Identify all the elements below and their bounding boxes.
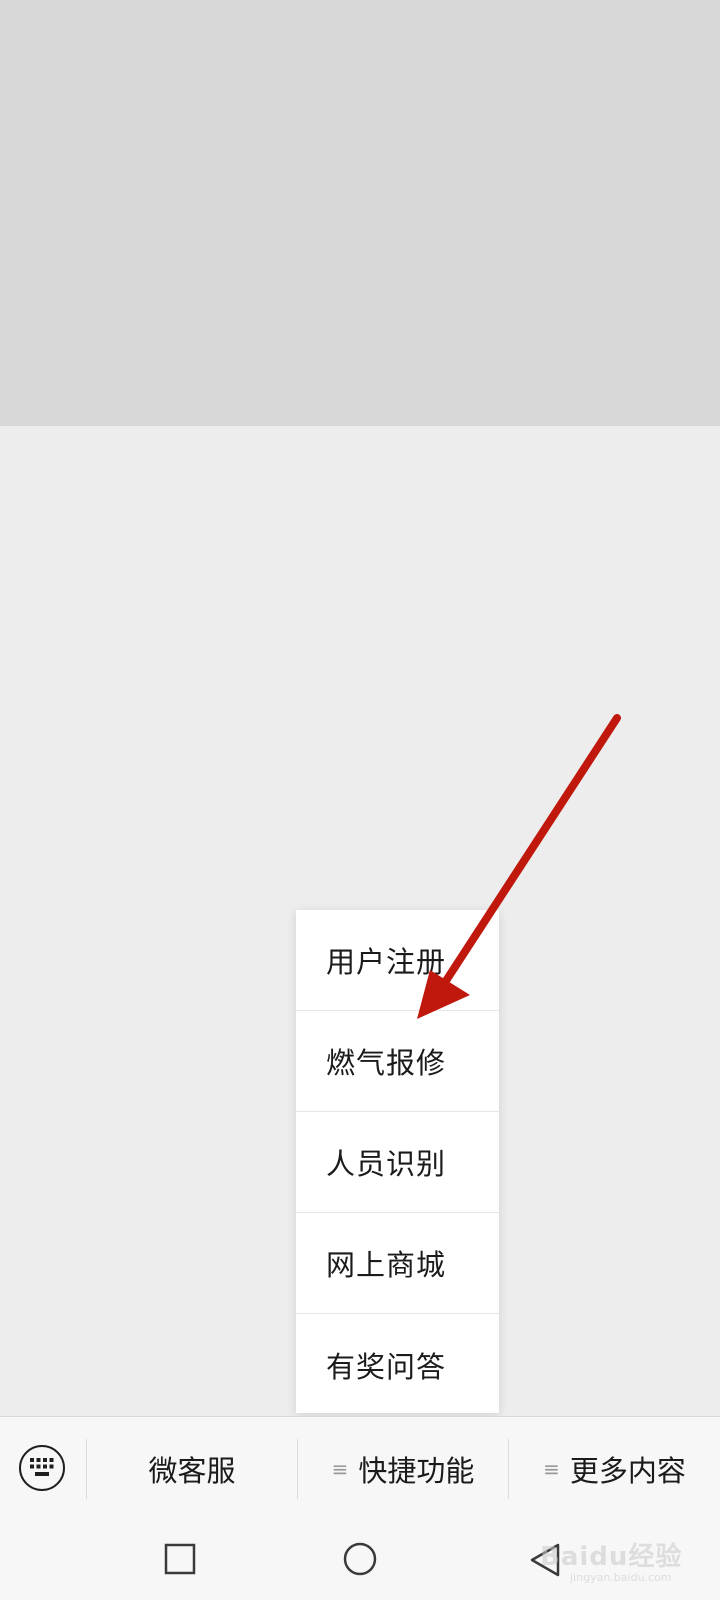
menu-lines-icon: ≡ [331,1457,349,1481]
tab-label: 更多内容 [569,1454,686,1488]
tab-customer-service[interactable]: 微客服 [87,1417,297,1521]
baidu-jingyan-watermark: Baidu经验 jingyan.baidu.com [540,1536,710,1592]
quick-functions-menu: 用户注册 燃气报修 人员识别 网上商城 有奖问答 [296,910,499,1413]
recent-apps-icon[interactable] [163,1542,197,1576]
tab-label: 快捷功能 [358,1454,475,1488]
keyboard-icon[interactable] [19,1445,65,1491]
tab-quick-functions[interactable]: ≡ 快捷功能 [298,1417,508,1521]
menu-item-online-mall[interactable]: 网上商城 [296,1213,499,1314]
home-icon[interactable] [342,1542,378,1578]
menu-item-staff-identify[interactable]: 人员识别 [296,1112,499,1213]
tab-label: 微客服 [148,1454,236,1488]
watermark-main: Baidu经验 [540,1542,683,1572]
menu-lines-icon: ≡ [543,1457,560,1481]
bottom-menu-bar: 微客服 ≡ 快捷功能 ≡ 更多内容 [0,1416,720,1521]
menu-item-user-register[interactable]: 用户注册 [296,910,499,1011]
watermark-sub: jingyan.baidu.com [570,1571,672,1584]
tab-more-content[interactable]: ≡ 更多内容 [509,1417,720,1521]
top-banner-area [0,0,720,426]
menu-item-gas-repair[interactable]: 燃气报修 [296,1011,499,1112]
menu-item-quiz[interactable]: 有奖问答 [296,1314,499,1415]
